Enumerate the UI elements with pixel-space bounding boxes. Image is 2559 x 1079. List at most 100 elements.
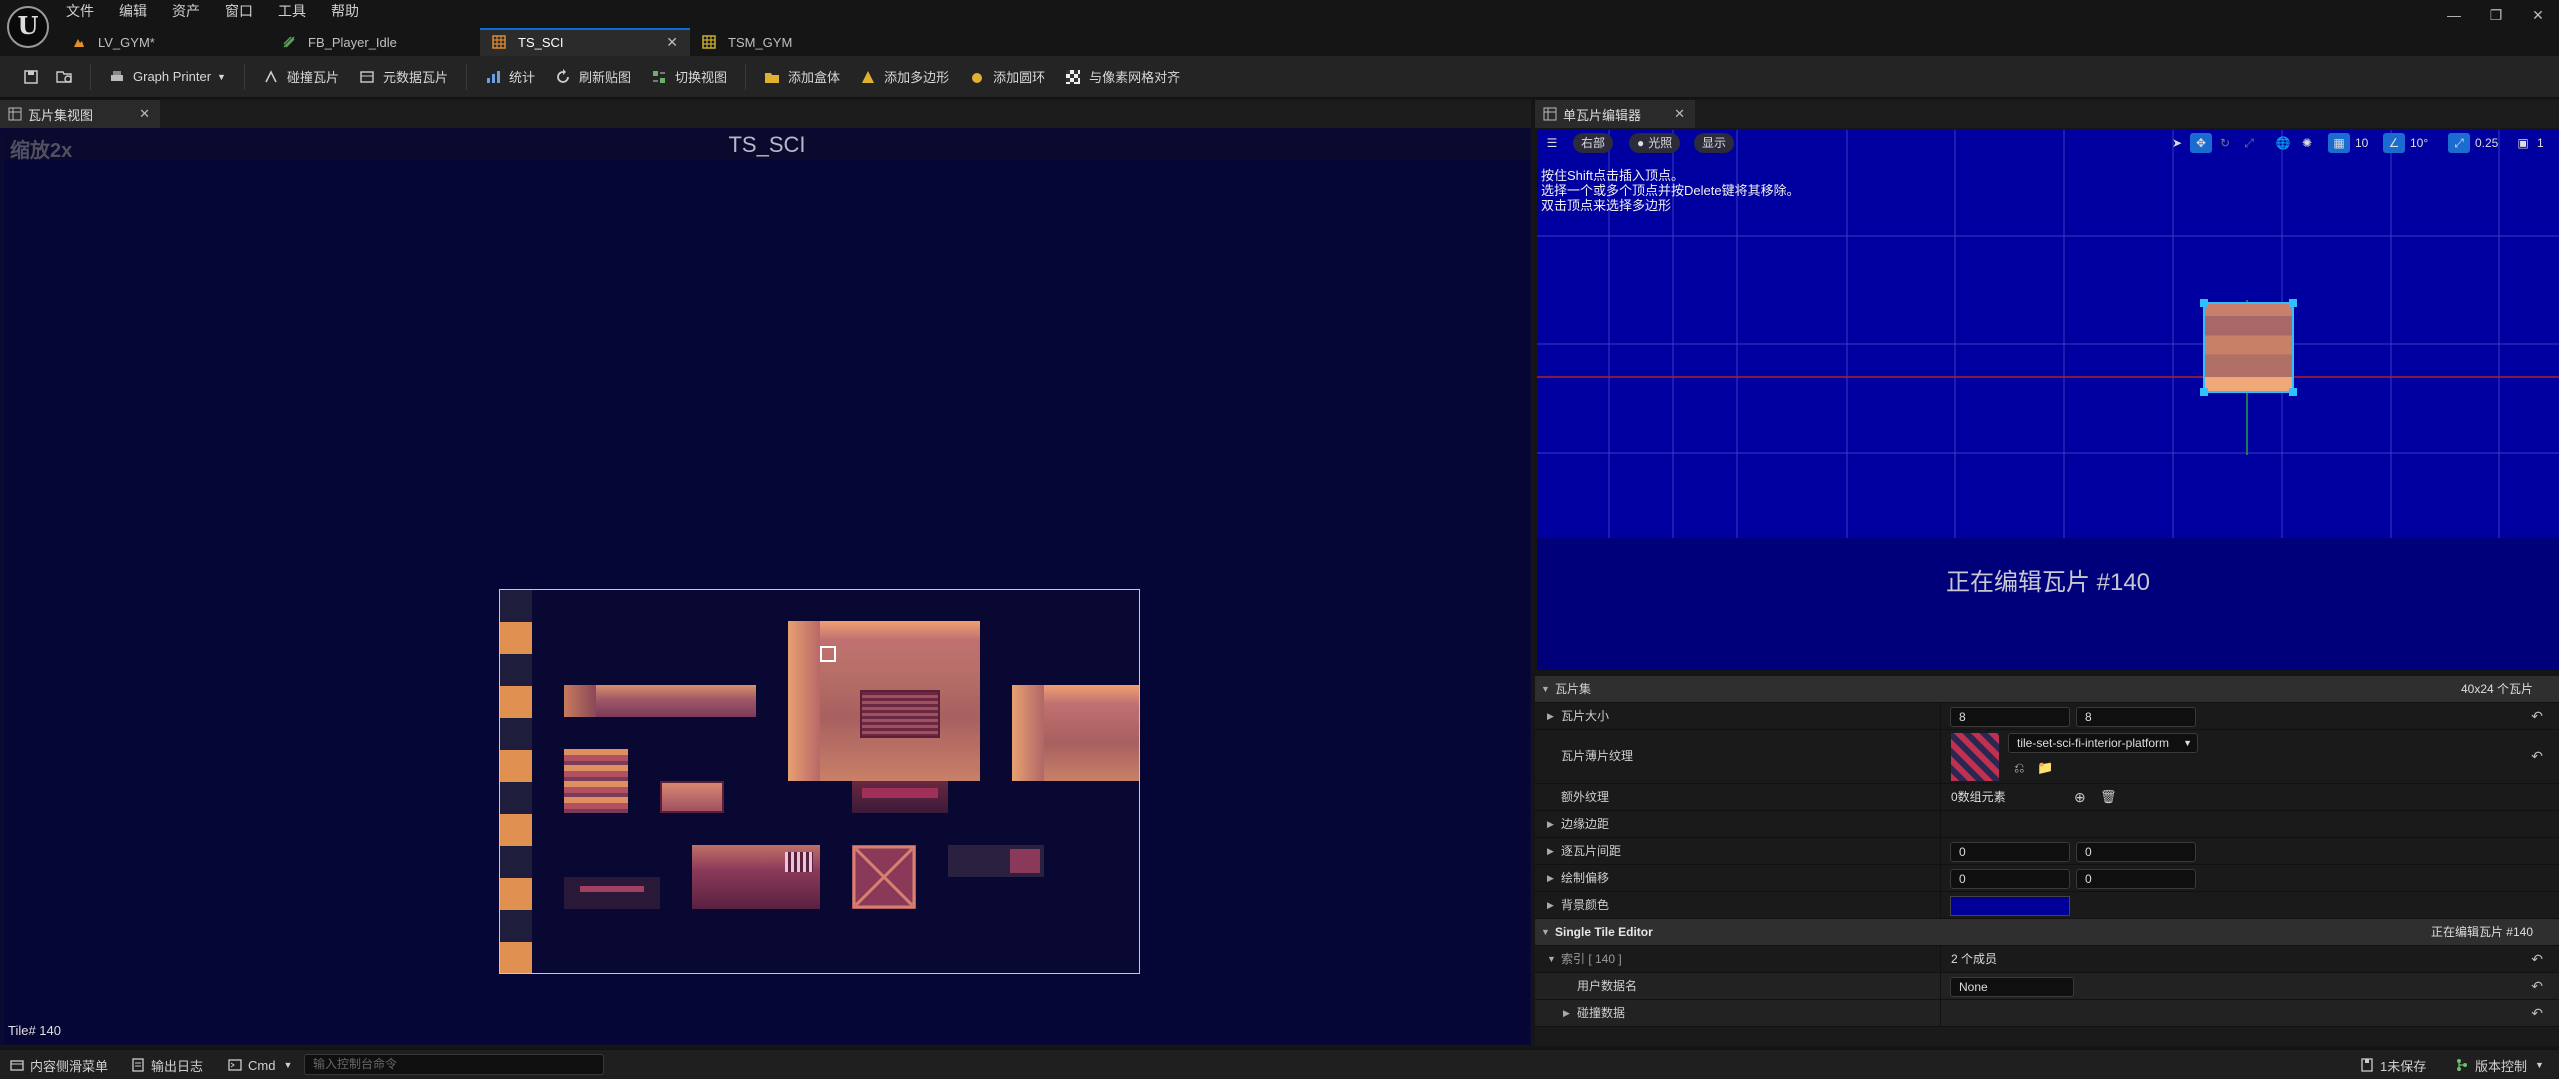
menu-asset[interactable]: 资产 — [172, 2, 213, 20]
add-polygon-button[interactable]: 添加多边形 — [850, 62, 959, 92]
tab-single-tile-editor[interactable]: 单瓦片编辑器 ✕ — [1535, 100, 1695, 128]
reset-arrow-icon[interactable]: ↶ — [2531, 1000, 2543, 1027]
tile[interactable] — [500, 782, 532, 814]
grid-size-value[interactable]: 10 — [2355, 133, 2368, 153]
rotate-icon[interactable]: ↻ — [2214, 133, 2236, 153]
vertex-handle[interactable] — [2200, 299, 2208, 307]
category-tileset[interactable]: ▼ 瓦片集 40x24 个瓦片 — [1535, 676, 2559, 703]
spacing-x-input[interactable]: 0 — [1950, 842, 2070, 862]
floor-tile[interactable] — [564, 877, 660, 909]
refresh-texture-button[interactable]: 刷新贴图 — [545, 62, 641, 92]
browse-folder-icon[interactable]: 📁 — [2037, 760, 2053, 776]
reset-arrow-icon[interactable]: ↶ — [2531, 973, 2543, 1000]
tile-edit-viewport[interactable]: ☰ 右部 ● 光照 显示 ➤ ✥ ↻ ⤢ 🌐 ✺ ▦ 10 ∠ 10° ⤢ 0.2… — [1537, 130, 2559, 670]
vertex-handle[interactable] — [2289, 299, 2297, 307]
close-panel-icon[interactable]: ✕ — [139, 106, 150, 122]
edited-tile[interactable] — [2203, 302, 2294, 393]
x-crate-tile[interactable] — [852, 845, 916, 909]
draw-offset-y-input[interactable]: 0 — [2076, 869, 2196, 889]
stats-button[interactable]: 统计 — [475, 62, 545, 92]
minimize-icon[interactable]: — — [2433, 0, 2475, 30]
menu-edit[interactable]: 编辑 — [119, 2, 160, 20]
texture-asset-picker[interactable]: tile-set-sci-fi-interior-platform ▼ — [2008, 733, 2198, 753]
collapse-arrow-icon[interactable]: ▼ — [1541, 676, 1550, 703]
tab-tsm-gym[interactable]: TSM_GYM — [690, 28, 900, 56]
collapse-arrow-icon[interactable]: ▼ — [1547, 946, 1556, 973]
tile[interactable] — [500, 846, 532, 878]
tile[interactable] — [500, 878, 532, 910]
user-data-input[interactable]: None — [1950, 977, 2074, 997]
source-control-button[interactable]: 版本控制 ▼ — [2455, 1055, 2544, 1075]
tile[interactable] — [500, 654, 532, 686]
unsaved-button[interactable]: 1未保存 — [2360, 1055, 2426, 1075]
tile-size-x-input[interactable]: 8 — [1950, 707, 2070, 727]
expand-arrow-icon[interactable]: ▶ — [1547, 811, 1554, 838]
draw-offset-x-input[interactable]: 0 — [1950, 869, 2070, 889]
platform-tile[interactable] — [564, 685, 596, 717]
vertex-handle[interactable] — [2200, 388, 2208, 396]
add-circle-button[interactable]: 添加圆环 — [959, 62, 1055, 92]
stack-tile[interactable] — [564, 749, 628, 813]
rotation-snap-icon[interactable]: ∠ — [2383, 133, 2405, 153]
world-space-icon[interactable]: 🌐 — [2272, 133, 2294, 153]
grid-snap-icon[interactable]: ▦ — [2328, 133, 2350, 153]
tile[interactable] — [500, 910, 532, 942]
scale-snap-icon[interactable]: ⤢ — [2448, 133, 2470, 153]
texture-thumbnail[interactable] — [1951, 733, 1999, 781]
save-icon[interactable] — [14, 62, 48, 92]
menu-window[interactable]: 窗口 — [225, 2, 266, 20]
cmd-dropdown[interactable]: Cmd ▼ — [228, 1055, 292, 1075]
tile[interactable] — [500, 686, 532, 718]
restore-icon[interactable]: ❐ — [2475, 0, 2517, 30]
tile[interactable] — [500, 622, 532, 654]
trash-icon[interactable]: 🗑 — [2100, 789, 2117, 805]
tab-fb-player-idle[interactable]: FB_Player_Idle — [270, 28, 480, 56]
menu-tools[interactable]: 工具 — [278, 2, 319, 20]
tab-tileset-view[interactable]: 瓦片集视图 ✕ — [0, 100, 160, 128]
tileset-viewport[interactable]: TS_SCI 缩放2x Tile# 140 — [4, 130, 1530, 1044]
tab-lv-gym[interactable]: LV_GYM* — [60, 28, 270, 56]
reset-arrow-icon[interactable]: ↶ — [2531, 703, 2543, 730]
select-arrow-icon[interactable]: ➤ — [2166, 133, 2188, 153]
tile[interactable] — [500, 942, 532, 973]
collapse-arrow-icon[interactable]: ▼ — [1541, 919, 1550, 946]
expand-arrow-icon[interactable]: ▶ — [1547, 838, 1554, 865]
console-command-input[interactable]: 输入控制台命令 — [304, 1054, 604, 1075]
expand-arrow-icon[interactable]: ▶ — [1547, 892, 1554, 919]
scale-icon[interactable]: ⤢ — [2238, 133, 2260, 153]
graph-printer-button[interactable]: Graph Printer ▼ — [99, 62, 236, 92]
camera-speed-icon[interactable]: ▣ — [2512, 133, 2534, 153]
show-dropdown[interactable]: 显示 — [1694, 133, 1735, 153]
content-drawer-button[interactable]: 内容侧滑菜单 — [10, 1055, 108, 1075]
reset-arrow-icon[interactable]: ↶ — [2531, 946, 2543, 973]
collision-tiles-button[interactable]: 碰撞瓦片 — [253, 62, 349, 92]
tile[interactable] — [500, 590, 532, 622]
lighting-dropdown[interactable]: ● 光照 — [1629, 133, 1681, 153]
panel-tile[interactable] — [660, 781, 724, 813]
scale-snap-value[interactable]: 0.25 — [2475, 133, 2498, 153]
spacing-y-input[interactable]: 0 — [2076, 842, 2196, 862]
add-box-button[interactable]: 添加盒体 — [754, 62, 850, 92]
close-window-icon[interactable]: ✕ — [2517, 0, 2559, 30]
tile[interactable] — [500, 814, 532, 846]
reset-arrow-icon[interactable]: ↶ — [2531, 743, 2543, 770]
expand-arrow-icon[interactable]: ▶ — [1563, 1000, 1570, 1027]
unreal-logo-icon[interactable]: U — [7, 6, 49, 48]
vertex-handle[interactable] — [2289, 388, 2297, 396]
use-selected-icon[interactable]: ⎌ — [2014, 760, 2024, 776]
tileset-image[interactable] — [499, 589, 1140, 974]
close-panel-icon[interactable]: ✕ — [1674, 106, 1685, 122]
add-element-icon[interactable]: ⊕ — [2074, 789, 2086, 806]
toggle-view-button[interactable]: 切换视图 — [641, 62, 737, 92]
expand-arrow-icon[interactable]: ▶ — [1547, 703, 1554, 730]
translate-icon[interactable]: ✥ — [2190, 133, 2212, 153]
category-single-tile-editor[interactable]: ▼ Single Tile Editor 正在编辑瓦片 #140 — [1535, 919, 2559, 946]
expand-arrow-icon[interactable]: ▶ — [1547, 865, 1554, 892]
metadata-tiles-button[interactable]: 元数据瓦片 — [349, 62, 458, 92]
rotation-snap-value[interactable]: 10° — [2410, 133, 2428, 153]
tab-ts-sci[interactable]: TS_SCI ✕ — [480, 28, 690, 56]
close-tab-icon[interactable]: ✕ — [666, 34, 678, 51]
view-mode-dropdown[interactable]: 右部 — [1573, 133, 1614, 153]
output-log-button[interactable]: 输出日志 — [131, 1055, 203, 1075]
camera-speed-value[interactable]: 1 — [2537, 133, 2544, 153]
